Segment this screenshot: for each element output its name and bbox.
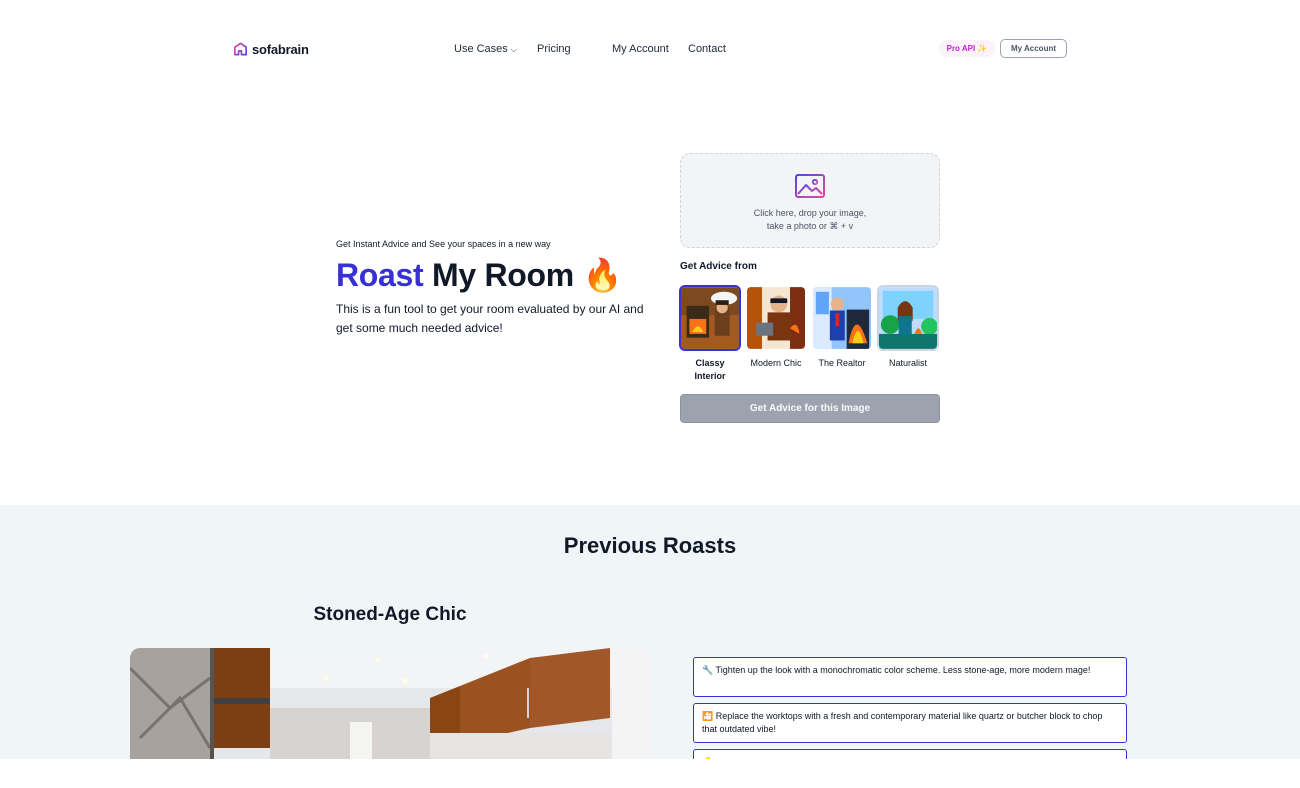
top-navigation: sofabrain Use Cases ⌵ Pricing My Account … (0, 0, 1300, 100)
persona-naturalist[interactable]: Naturalist (877, 285, 939, 370)
my-account-button[interactable]: My Account (1000, 39, 1067, 58)
naturalist-illustration-icon (879, 287, 937, 349)
roast-tip: 🎦 Replace the worktops with a fresh and … (693, 703, 1127, 743)
nav-use-cases-label: Use Cases (454, 43, 508, 55)
persona-modern-chic[interactable]: Modern Chic (746, 285, 806, 370)
hero-kicker: Get Instant Advice and See your spaces i… (336, 239, 551, 249)
dropzone-line-2: take a photo or ⌘ + v (766, 221, 854, 231)
dropzone-line-1: Click here, drop your image, (753, 208, 867, 218)
dropzone-instructions: Click here, drop your image, take a phot… (720, 207, 900, 233)
modern-chic-illustration-icon (747, 287, 805, 349)
persona-label: The Realtor (818, 358, 866, 368)
nav-my-account[interactable]: My Account (612, 43, 669, 55)
image-upload-icon (795, 174, 825, 198)
persona-image (745, 285, 807, 351)
hero-title-rest: My Room (423, 257, 583, 293)
nav-contact[interactable]: Contact (688, 43, 726, 55)
nav-use-cases[interactable]: Use Cases ⌵ (454, 43, 517, 55)
image-dropzone[interactable]: Click here, drop your image, take a phot… (680, 153, 940, 248)
persona-image (877, 285, 939, 351)
hero-title-accent: Roast (336, 257, 424, 293)
realtor-illustration-icon (813, 287, 871, 349)
pro-api-button[interactable]: Pro API ✨ (939, 40, 995, 57)
roast-tip: 🔧 Tighten up the look with a monochromat… (693, 657, 1127, 697)
kitchen-photo-icon (130, 648, 650, 759)
sofa-logo-icon (234, 42, 247, 56)
get-advice-button[interactable]: Get Advice for this Image (680, 394, 940, 423)
hero-description: This is a fun tool to get your room eval… (336, 302, 644, 335)
logo[interactable]: sofabrain (233, 41, 309, 57)
persona-the-realtor[interactable]: The Realtor (812, 285, 872, 370)
roast-title: Stoned-Age Chic (313, 604, 467, 625)
chevron-down-icon: ⌵ (510, 45, 517, 54)
hero-title: Roast My Room 🔥 (336, 256, 622, 294)
logo-text: sofabrain (252, 41, 309, 57)
persona-label: Modern Chic (750, 358, 802, 368)
persona-classy-interior[interactable]: Classy Interior (679, 285, 741, 383)
fire-icon: 🔥 (582, 257, 623, 293)
viewport-bottom-edge (0, 759, 1300, 788)
persona-label: Naturalist (888, 358, 927, 368)
nav-pricing[interactable]: Pricing (537, 43, 571, 55)
classy-interior-illustration-icon (681, 287, 739, 349)
persona-image (679, 285, 741, 351)
previous-roasts-title: Previous Roasts (563, 533, 737, 558)
advice-label: Get Advice from (680, 261, 757, 272)
persona-label: Classy Interior (694, 358, 726, 381)
roast-kitchen-image (130, 648, 650, 759)
persona-image (811, 285, 873, 351)
